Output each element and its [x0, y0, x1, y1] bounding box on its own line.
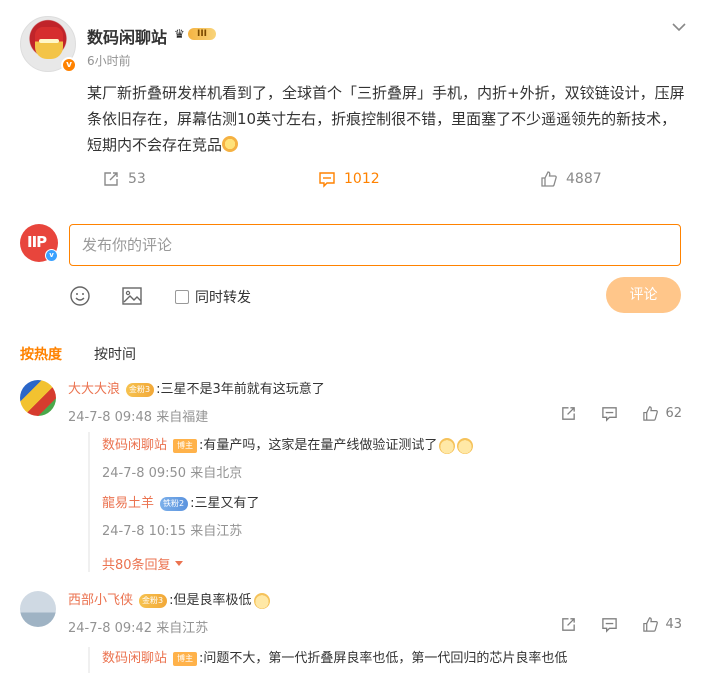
thumbs-up-icon: [643, 406, 659, 421]
reply-line: 数码闲聊站 博主 :有量产吗，这家是在量产线做验证测试了: [102, 436, 702, 456]
commenter-avatar[interactable]: [20, 380, 56, 416]
reply-meta: 24-7-8 10:15 来自江苏: [102, 524, 243, 539]
doge-emoji-icon: [253, 593, 270, 609]
reply-author-name[interactable]: 数码闲聊站: [102, 649, 167, 669]
more-replies-label: 共80条回复: [102, 558, 171, 573]
commenter-name[interactable]: 大大大浪: [68, 380, 120, 400]
sort-tabs: 按热度 按时间: [20, 344, 136, 364]
post-content: 某厂新折叠研发样机看到了，全球首个「三折叠屏」手机，内折+外折，双铰链设计，压屏…: [87, 80, 687, 158]
comment-like-button[interactable]: 62: [642, 405, 682, 422]
reply-line: 数码闲聊站 博主 :问题不大，第一代折叠屏良率也低，第一代回归的芯片良率也低: [102, 649, 702, 669]
comment-text: :但是良率极低: [169, 593, 252, 608]
chevron-down-icon[interactable]: [670, 18, 688, 36]
thumbs-up-icon: [643, 617, 659, 632]
comment-button[interactable]: 1012: [318, 166, 380, 192]
share-icon[interactable]: [560, 616, 577, 633]
like-button[interactable]: 4887: [540, 166, 602, 192]
commenter-avatar[interactable]: [20, 591, 56, 627]
doge-emoji-icon: [457, 438, 474, 454]
verified-badge-icon: v: [61, 57, 77, 73]
comment-like-count: 62: [665, 406, 682, 421]
reply-list: 数码闲聊站 博主 :问题不大，第一代折叠屏良率也低，第一代回归的芯片良率也低: [88, 647, 700, 673]
mask-eyes: [39, 39, 59, 43]
commenter-name[interactable]: 西部小飞侠: [68, 591, 133, 611]
reply-item: 龍易土羊 铁粉2 :三星又有了 24-7-8 10:15 来自江苏: [102, 494, 702, 539]
fan-level-badge: 金粉3: [139, 594, 168, 608]
fan-level-badge: 铁粉2: [160, 497, 189, 511]
comment-actions: 43: [560, 616, 682, 633]
repost-checkbox-label: 同时转发: [195, 290, 251, 306]
fan-level-badge: 金粉3: [126, 383, 155, 397]
like-count: 4887: [566, 171, 602, 187]
comment-like-count: 43: [665, 617, 682, 632]
reply-meta: 24-7-8 09:50 来自北京: [102, 466, 243, 481]
reply-author-name[interactable]: 数码闲聊站: [102, 436, 167, 456]
thumbs-up-icon: [541, 171, 557, 187]
comment-item: 大大大浪 金粉3 :三星不是3年前就有这玩意了 24-7-8 09:48 来自福…: [20, 380, 700, 590]
reply-text: :三星又有了: [190, 496, 260, 511]
comment-meta: 24-7-8 09:48 来自福建: [68, 410, 209, 425]
member-level-badge[interactable]: ♛ III: [174, 26, 216, 42]
comment-count: 1012: [344, 171, 380, 187]
blogger-badge: 博主: [173, 439, 198, 453]
comment-text: :三星不是3年前就有这玩意了: [156, 382, 325, 397]
comment-actions: 62: [560, 405, 682, 422]
crown-icon: ♛: [174, 27, 185, 41]
post-header: v 数码闲聊站 ♛ III 6小时前: [20, 16, 700, 76]
comment-like-button[interactable]: 43: [642, 616, 682, 633]
reply-item: 数码闲聊站 博主 :问题不大，第一代折叠屏良率也低，第一代回归的芯片良率也低: [102, 649, 702, 669]
comment-item: 西部小飞侠 金粉3 :但是良率极低 24-7-8 09:42 来自江苏 43 数…: [20, 591, 700, 673]
repost-icon: [104, 172, 118, 186]
reply-list: 数码闲聊站 博主 :有量产吗，这家是在量产线做验证测试了 24-7-8 09:5…: [88, 432, 702, 573]
post-actions: 53 1012 4887: [20, 166, 690, 192]
reply-line: 龍易土羊 铁粉2 :三星又有了: [102, 494, 702, 514]
member-level-label: III: [188, 28, 216, 40]
post-text: 某厂新折叠研发样机看到了，全球首个「三折叠屏」手机，内折+外折，双铰链设计，压屏…: [87, 84, 685, 154]
comment-line: 西部小飞侠 金粉3 :但是良率极低: [68, 591, 270, 611]
image-upload-icon[interactable]: [121, 285, 143, 307]
face-emoji-icon: [222, 136, 239, 152]
comment-icon: [319, 172, 335, 188]
iron-man-mask: [35, 27, 63, 59]
current-user-avatar[interactable]: IIP v: [20, 224, 58, 262]
user-logo: IIP: [27, 233, 47, 251]
post-time[interactable]: 6小时前: [87, 52, 131, 69]
doge-emoji-icon: [439, 438, 456, 454]
reply-text: :问题不大，第一代折叠屏良率也低，第一代回归的芯片良率也低: [199, 651, 568, 666]
blogger-badge: 博主: [173, 652, 198, 666]
checkbox-box[interactable]: [175, 290, 189, 304]
reply-text: :有量产吗，这家是在量产线做验证测试了: [199, 438, 438, 453]
reply-item: 数码闲聊站 博主 :有量产吗，这家是在量产线做验证测试了 24-7-8 09:5…: [102, 436, 702, 481]
reply-author-name[interactable]: 龍易土羊: [102, 494, 154, 514]
comment-line: 大大大浪 金粉3 :三星不是3年前就有这玩意了: [68, 380, 325, 400]
tab-sort-by-time[interactable]: 按时间: [94, 344, 136, 364]
repost-count: 53: [128, 171, 146, 187]
emoji-picker-icon[interactable]: [69, 285, 91, 307]
author-name[interactable]: 数码闲聊站: [87, 24, 167, 48]
repost-button[interactable]: 53: [102, 166, 146, 192]
tab-sort-by-hot[interactable]: 按热度: [20, 344, 62, 364]
comment-input[interactable]: 发布你的评论: [69, 224, 681, 266]
submit-comment-button[interactable]: 评论: [606, 277, 681, 313]
author-avatar[interactable]: v: [20, 16, 77, 73]
share-icon[interactable]: [560, 405, 577, 422]
comment-meta: 24-7-8 09:42 来自江苏: [68, 621, 209, 636]
repost-checkbox[interactable]: 同时转发: [175, 287, 251, 307]
caret-down-icon: [174, 561, 183, 566]
comment-composer: IIP v 发布你的评论 同时转发 评论: [20, 224, 690, 324]
reply-icon[interactable]: [601, 405, 618, 422]
verified-badge-icon: v: [45, 249, 58, 262]
reply-icon[interactable]: [601, 616, 618, 633]
more-replies-link[interactable]: 共80条回复: [102, 554, 183, 573]
